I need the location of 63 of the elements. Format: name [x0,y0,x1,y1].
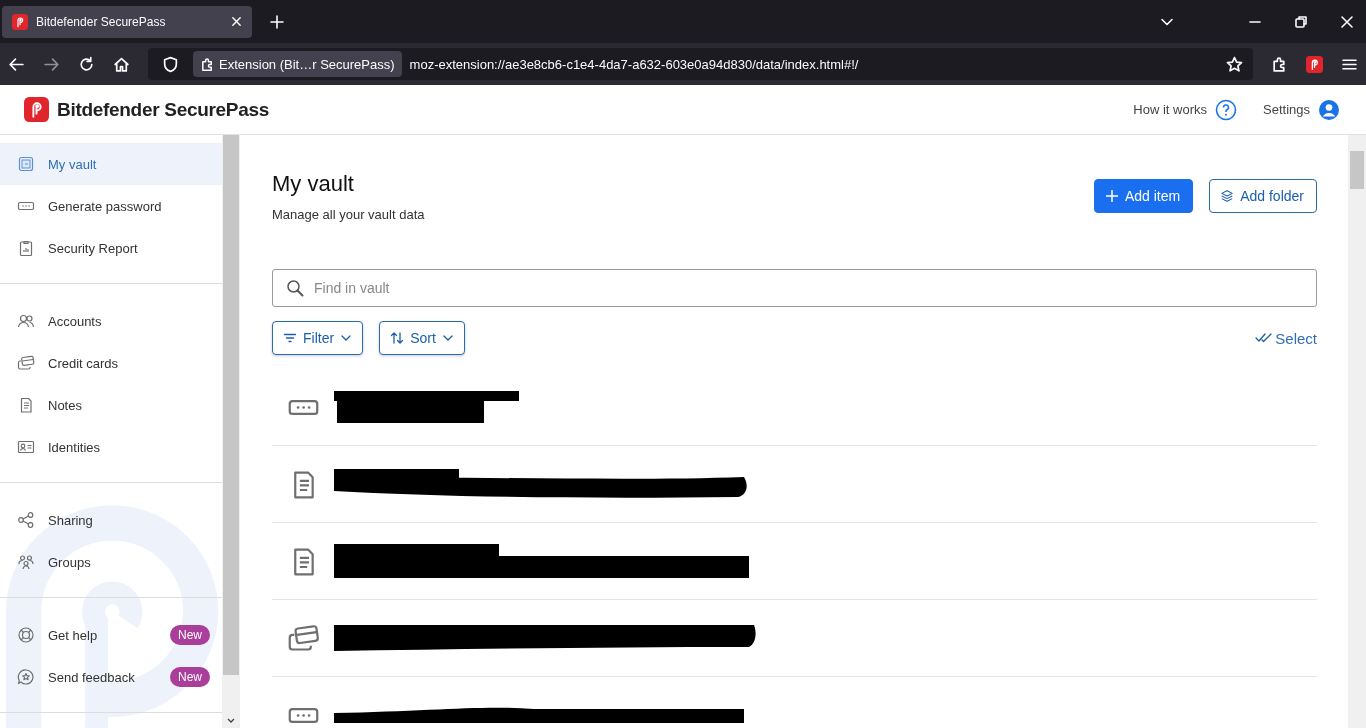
group-icon [17,553,35,571]
sort-button[interactable]: Sort [379,321,465,355]
sidebar-item[interactable]: Send feedback New [0,656,222,698]
sort-icon [390,331,405,345]
scrollbar[interactable] [222,135,240,728]
sidebar-item[interactable]: My vault [0,143,222,185]
star-icon[interactable] [1226,55,1243,73]
brand-name: Bitdefender [57,98,160,121]
share-icon [17,511,35,529]
sidebar-item[interactable]: Groups [0,541,222,583]
settings-link[interactable]: Settings [1263,98,1340,121]
close-icon[interactable] [1340,14,1354,29]
sidebar-item[interactable]: Notes [0,384,222,426]
restore-icon[interactable] [1294,14,1308,29]
people-icon [17,312,35,330]
reload-icon[interactable] [78,55,95,73]
clipboard-chart-icon [17,239,35,257]
double-check-icon [1255,332,1274,344]
home-icon[interactable] [113,55,130,73]
product-name: SecurePass [164,98,270,121]
shield-icon[interactable] [162,55,179,73]
add-item-button[interactable]: Add item [1093,179,1194,213]
app-logo-icon [24,97,49,122]
address-bar[interactable]: Extension (Bit…r SecurePass) moz-extension://ae3e8cb6-c1e4-4da7-a632-603e0a94d830/data/index.html#!/ [148,48,1253,80]
url-text: moz-extension://ae3e8cb6-c1e4-4da7-a632-603e0a94d830/data/index.html#!/ [409,56,859,72]
filter-button[interactable]: Filter [272,321,364,355]
page-title: My vault [272,171,355,197]
scrollbar[interactable] [1348,135,1366,728]
chat-star-icon [17,668,35,686]
search-field[interactable]: Find in vault [272,269,1317,307]
sidebar-item[interactable]: Credit cards [0,342,222,384]
browser-tab[interactable]: Bitdefender SecurePass [2,5,252,38]
vault-icon [17,155,35,173]
close-icon[interactable] [231,16,242,27]
credit-card-icon [17,354,35,372]
help-link[interactable]: How it works [1133,98,1237,121]
new-tab-icon[interactable] [270,14,284,29]
add-folder-button[interactable]: Add folder [1209,179,1317,213]
back-icon[interactable] [8,55,25,73]
puzzle-icon[interactable] [1271,55,1288,73]
app-logo-icon [12,13,28,30]
search-icon [286,279,304,297]
id-card-icon [17,438,35,456]
new-badge: New [170,667,210,687]
sidebar-item[interactable]: Accounts [0,300,222,342]
filter-icon [283,331,297,345]
page-subtitle: Manage all your vault data [272,207,425,222]
identity-button[interactable]: Extension (Bit…r SecurePass) [193,51,402,77]
lifebuoy-icon [17,626,35,644]
forward-icon [43,55,60,73]
sidebar-item[interactable]: Security Report [0,227,222,269]
user-avatar-icon [1318,98,1340,121]
sidebar-item[interactable]: Get help New [0,614,222,656]
new-badge: New [170,625,210,645]
puzzle-icon [200,56,215,72]
layers-icon [1220,189,1235,203]
sidebar-item[interactable]: Generate password [0,185,222,227]
select-link[interactable]: Select [1255,329,1317,347]
help-icon [1215,98,1237,121]
sidebar-item[interactable]: Sharing [0,499,222,541]
plus-icon [1104,189,1119,203]
app-logo-icon[interactable] [1306,55,1323,73]
sidebar-item[interactable]: Identities [0,426,222,468]
